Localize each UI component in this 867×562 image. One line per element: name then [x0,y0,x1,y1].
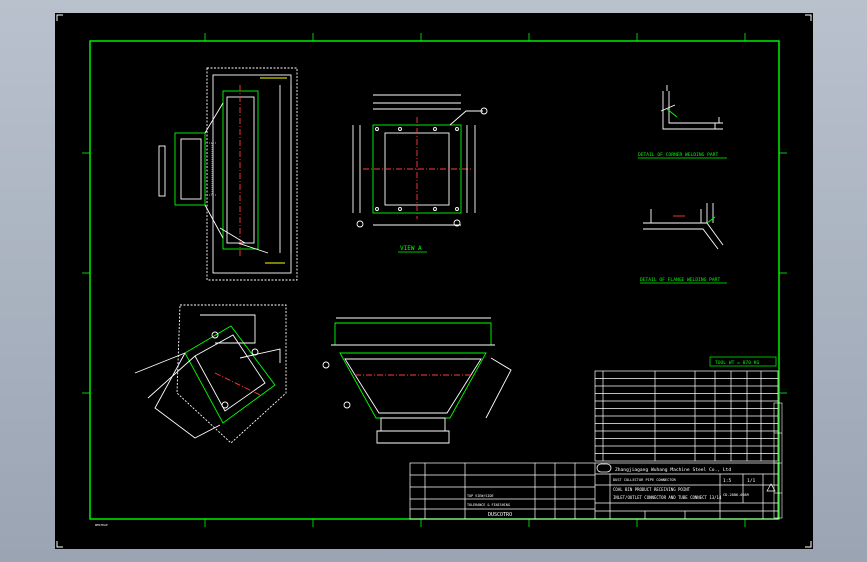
drawing-number: CD-2886-0089 [723,493,749,497]
left-note-2: TOLERANCE & FINISHING [467,503,510,507]
company-logo [596,463,612,473]
corner-detail-title: DETAIL OF CORNER WELDING PART [638,152,718,158]
flange-detail [643,203,724,250]
cad-viewport[interactable]: VIEW A DETAIL OF CORNER WELDING PART DET [0,0,867,562]
drawing-sheet: VIEW A DETAIL OF CORNER WELDING PART DET [55,13,813,549]
footer-note: WMSTDAP [95,523,108,527]
view-a [352,94,488,228]
project-name: DUST COLLECTOR PIPE CONNECTOR [613,478,677,482]
cad-drawing: VIEW A DETAIL OF CORNER WELDING PART DET [56,14,812,548]
company-name: Zhangjiagang Wuhang Machine Steel Co., L… [615,467,731,473]
left-note-1: TOP VIEW/SIDE [467,494,494,498]
sheet-number: 1/1 [747,478,756,484]
view-a-title: VIEW A [400,245,422,252]
description-line-2: INLET/OUTLET CONNECTOR AND TUBE CONNECT … [613,495,722,500]
flange-detail-title: DETAIL OF FLANGE WELDING PART [640,277,720,283]
rotated-view [134,304,287,444]
corner-detail [660,85,723,130]
drawing-stamp: DUSCOTRO [488,512,512,518]
scale-value: 1:5 [723,478,732,484]
tool-weight-note: TOOL WT = 070 KG [715,360,759,366]
hopper-view [322,317,512,444]
side-view [158,67,298,281]
description-line-1: COAL BIN PRODUCT RECEIVING POINT [613,487,691,492]
bom-table [594,356,779,462]
